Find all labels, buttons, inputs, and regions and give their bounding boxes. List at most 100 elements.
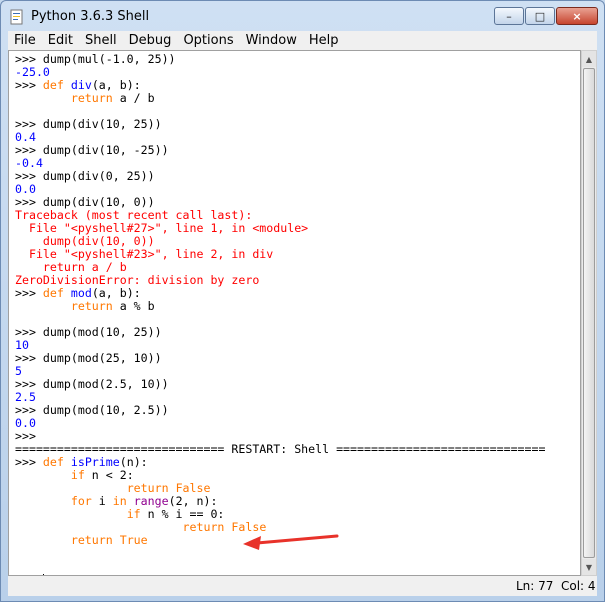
shell-text-span: return (70, 299, 113, 313)
shell-line: >>> dump(div(10, -25)) (15, 144, 545, 157)
shell-text-span: return (182, 520, 225, 534)
shell-text-span: range (133, 494, 169, 508)
shell-text-span (64, 78, 71, 92)
shell-text-span: def (42, 78, 64, 92)
shell-text-span: a / b (112, 91, 155, 105)
menu-edit[interactable]: Edit (42, 33, 79, 48)
shell-text-span: (a, b): (91, 78, 141, 92)
shell-text-span: a % b (112, 299, 155, 313)
shell-text-span: >>> (15, 286, 43, 300)
shell-text-span: in (112, 494, 127, 508)
shell-text-span: return (126, 481, 169, 495)
menu-bar: File Edit Shell Debug Options Window Hel… (8, 31, 597, 50)
shell-text-span: (2, n): (168, 494, 218, 508)
python-shell-icon (10, 9, 23, 25)
shell-text-span (15, 494, 71, 508)
shell-text-span (15, 533, 71, 547)
shell-text-span: return a / b (15, 260, 127, 274)
shell-text-span: False (175, 481, 211, 495)
shell-text-span: False (231, 520, 267, 534)
menu-help[interactable]: Help (303, 33, 345, 48)
shell-text-span: 0.4 (15, 130, 36, 144)
shell-line: >>> dump(div(0, 25)) (15, 170, 545, 183)
shell-output: >>> dump(mul(-1.0, 25)) -25.0 >>> def div(… (15, 53, 546, 575)
shell-text-span: 5 (15, 364, 22, 378)
shell-text-span: isPrime (70, 455, 120, 469)
shell-line: >>> dump(mod(25, 10)) (15, 352, 545, 365)
shell-text-span: if (70, 468, 85, 482)
column-number: Col: 4 (561, 579, 596, 593)
shell-text-span (15, 91, 71, 105)
window-title: Python 3.6.3 Shell (31, 9, 150, 24)
scroll-down-icon[interactable]: ▼ (582, 559, 596, 575)
shell-line: return a / b (15, 92, 545, 105)
minimize-button[interactable]: – (494, 7, 524, 25)
shell-text-span: ============================== RESTART: … (15, 442, 546, 456)
shell-text-span (169, 481, 176, 495)
shell-line: 0.0 (15, 417, 545, 430)
shell-text-span: 2.5 (15, 390, 36, 404)
shell-line: >>> dump(mod(10, 25)) (15, 326, 545, 339)
shell-text-span: -0.4 (15, 156, 43, 170)
shell-text-span: >>> dump(mod(2.5, 10)) (15, 377, 169, 391)
shell-text-span: (n): (119, 455, 148, 469)
shell-text-area[interactable]: >>> dump(mul(-1.0, 25)) -25.0 >>> def div(… (8, 50, 581, 576)
scroll-up-icon[interactable]: ▲ (582, 51, 596, 67)
shell-text-span: >>> dump(mod(25, 10)) (15, 351, 162, 365)
menu-shell[interactable]: Shell (79, 33, 123, 48)
shell-text-span: for (70, 494, 92, 508)
shell-line: >>> dump(mul(-1.0, 25)) (15, 53, 545, 66)
shell-text-span (127, 494, 134, 508)
shell-line: return a % b (15, 300, 545, 313)
shell-text-span (64, 286, 71, 300)
shell-text-span: 0.0 (15, 416, 36, 430)
close-button[interactable]: × (556, 7, 598, 25)
shell-text-span: >>> dump(mod(10, 2.5)) (15, 403, 169, 417)
maximize-button[interactable]: □ (525, 7, 555, 25)
menu-file[interactable]: File (8, 33, 42, 48)
status-bar: Ln: 77 Col: 4 (8, 576, 597, 596)
shell-line: >>> dump(mod(10, 2.5)) (15, 404, 545, 417)
shell-text-span: Traceback (most recent call last): (15, 208, 253, 222)
shell-text-span: 10 (15, 338, 29, 352)
shell-text-span: n < 2: (84, 468, 134, 482)
shell-text-span: -25.0 (15, 65, 50, 79)
shell-text-span: i (91, 494, 113, 508)
shell-text-span: >>> dump(mul(-1.0, 25)) (15, 52, 176, 66)
shell-text-span: def (42, 286, 64, 300)
shell-text-span (113, 533, 120, 547)
shell-text-span: File "<pyshell#23>", line 2, in div (15, 247, 274, 261)
shell-text-span: >>> (15, 455, 43, 469)
shell-line: >>> dump(mod(2.5, 10)) (15, 378, 545, 391)
shell-text-span: if (126, 507, 141, 521)
shell-text-span: >>> dump(div(0, 25)) (15, 169, 155, 183)
shell-text-span: def (42, 455, 64, 469)
shell-text-span: >>> dump(div(10, 25)) (15, 117, 162, 131)
shell-text-span (15, 468, 71, 482)
shell-text-span: ZeroDivisionError: division by zero (15, 273, 260, 287)
scroll-thumb[interactable] (583, 68, 595, 558)
menu-options[interactable]: Options (177, 33, 239, 48)
shell-text-span: >>> dump(div(10, 0)) (15, 195, 155, 209)
shell-text-span: >>> dump(mod(10, 25)) (15, 325, 162, 339)
shell-line: >>> dump(div(10, 25)) (15, 118, 545, 131)
shell-text-span: >>> dump(div(10, -25)) (15, 143, 169, 157)
shell-text-span (15, 481, 127, 495)
shell-text-span: >>> (15, 78, 43, 92)
vertical-scrollbar[interactable]: ▲ ▼ (581, 50, 597, 576)
shell-text-span: (a, b): (91, 286, 141, 300)
shell-text-span: return (70, 533, 113, 547)
menu-window[interactable]: Window (240, 33, 303, 48)
shell-text-span: File "<pyshell#27>", line 1, in <module> (15, 221, 309, 235)
shell-text-span: return (70, 91, 113, 105)
shell-text-span: dump(div(10, 0)) (15, 234, 155, 248)
menu-debug[interactable]: Debug (123, 33, 178, 48)
red-arrow-icon (243, 534, 339, 550)
shell-text-span (15, 520, 183, 534)
shell-text-span: n % i == 0: (140, 507, 225, 521)
idle-shell-window: Python 3.6.3 Shell – □ × File Edit Shell… (0, 0, 605, 602)
shell-text-span: 0.0 (15, 182, 36, 196)
title-bar[interactable]: Python 3.6.3 Shell – □ × (1, 1, 604, 31)
shell-text-span: True (119, 533, 148, 547)
